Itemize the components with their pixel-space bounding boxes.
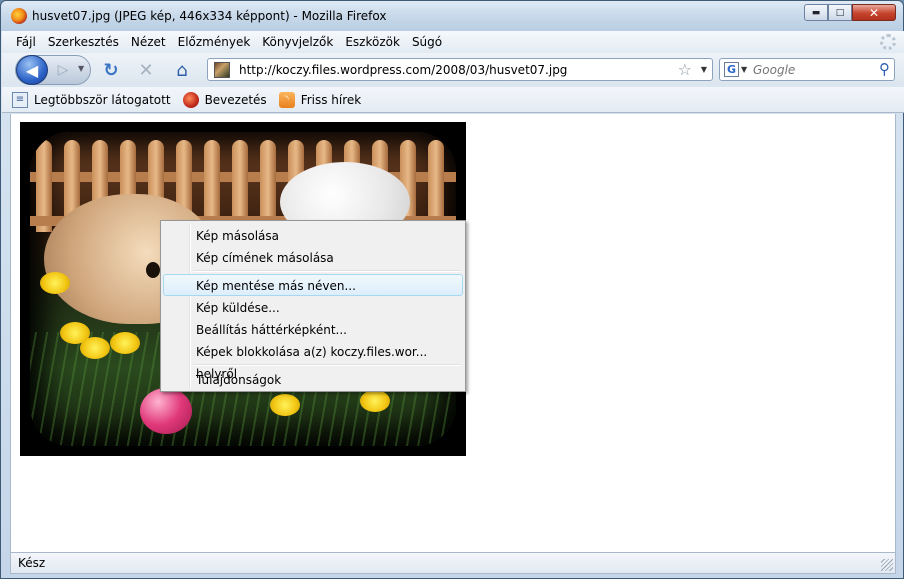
dandelion xyxy=(80,337,110,359)
menu-edit[interactable]: Szerkesztés xyxy=(42,35,125,49)
menu-tools[interactable]: Eszközök xyxy=(339,35,406,49)
dandelion xyxy=(360,390,390,412)
block-images-item[interactable]: Képek blokkolása a(z) koczy.files.wor...… xyxy=(163,340,463,381)
window-controls: ▬ □ ✕ xyxy=(804,4,896,22)
close-button[interactable]: ✕ xyxy=(852,4,896,21)
context-menu: Kép másolása Kép címének másolása Kép me… xyxy=(160,220,466,392)
resize-grip-icon[interactable] xyxy=(881,559,893,571)
set-as-background-item[interactable]: Beállítás háttérképként... xyxy=(163,318,463,340)
minimize-button[interactable]: ▬ xyxy=(804,4,828,21)
navigation-toolbar: ◀ ▷ ▼ ↻ ✕ ⌂ http://koczy.files.wordpress… xyxy=(2,53,904,87)
maximize-button[interactable]: □ xyxy=(828,4,852,21)
menu-help[interactable]: Súgó xyxy=(406,35,448,49)
smart-folder-icon: ≡ xyxy=(12,91,28,108)
address-bar[interactable]: http://koczy.files.wordpress.com/2008/03… xyxy=(207,58,713,81)
back-button[interactable]: ◀ xyxy=(16,55,48,85)
status-text: Kész xyxy=(18,556,46,570)
send-image-item[interactable]: Kép küldése... xyxy=(163,296,463,318)
copy-image-location-item[interactable]: Kép címének másolása xyxy=(163,246,463,268)
bookmark-star-icon[interactable]: ☆ xyxy=(678,60,692,79)
stop-button[interactable]: ✕ xyxy=(135,59,157,81)
menu-bookmarks[interactable]: Könyvjelzők xyxy=(256,35,339,49)
search-bar: G ▼ ⚲ xyxy=(719,58,895,81)
search-input[interactable] xyxy=(753,61,871,78)
throbber-icon xyxy=(880,34,896,50)
properties-item[interactable]: Tulajdonságok xyxy=(163,368,463,390)
window-title: husvet07.jpg (JPEG kép, 446x334 képpont)… xyxy=(32,9,387,23)
copy-image-item[interactable]: Kép másolása xyxy=(163,224,463,246)
bookmark-latest-headlines[interactable]: ◝ Friss hírek xyxy=(278,91,362,108)
menu-file[interactable]: Fájl xyxy=(10,35,42,49)
bookmark-most-visited[interactable]: ≡ Legtöbbször látogatott xyxy=(12,91,171,108)
history-dropdown-icon[interactable]: ▼ xyxy=(78,64,84,73)
dandelion xyxy=(270,394,300,416)
save-image-as-item[interactable]: Kép mentése más néven... xyxy=(163,274,463,296)
reload-button[interactable]: ↻ xyxy=(100,59,122,81)
engine-dropdown-icon[interactable]: ▼ xyxy=(741,65,747,74)
bookmark-label: Legtöbbször látogatott xyxy=(34,92,171,107)
rss-icon: ◝ xyxy=(278,91,295,108)
back-forward-group: ◀ ▷ ▼ xyxy=(15,55,91,85)
address-text[interactable]: http://koczy.files.wordpress.com/2008/03… xyxy=(239,63,567,77)
menu-history[interactable]: Előzmények xyxy=(172,35,257,49)
bookmark-label: Bevezetés xyxy=(204,92,267,107)
home-button[interactable]: ⌂ xyxy=(171,59,193,81)
bookmarks-toolbar: ≡ Legtöbbször látogatott Bevezetés ◝ Fri… xyxy=(2,87,904,113)
forward-button[interactable]: ▷ xyxy=(52,61,74,79)
site-favicon-icon xyxy=(214,62,230,78)
dandelion xyxy=(40,272,70,294)
firefox-bookmark-icon xyxy=(182,91,199,108)
bookmark-getting-started[interactable]: Bevezetés xyxy=(182,91,267,108)
title-bar[interactable]: husvet07.jpg (JPEG kép, 446x334 képpont)… xyxy=(1,1,903,31)
browser-window: husvet07.jpg (JPEG kép, 446x334 képpont)… xyxy=(0,0,904,579)
menu-bar: Fájl Szerkesztés Nézet Előzmények Könyvj… xyxy=(2,31,904,53)
bookmark-label: Friss hírek xyxy=(300,92,362,107)
dandelion xyxy=(110,332,140,354)
firefox-logo-icon xyxy=(11,8,27,24)
bunny-eye xyxy=(146,262,160,278)
easter-egg xyxy=(140,388,192,434)
search-go-icon[interactable]: ⚲ xyxy=(879,60,890,78)
status-bar: Kész xyxy=(10,552,896,574)
google-engine-icon[interactable]: G xyxy=(724,62,739,77)
menu-view[interactable]: Nézet xyxy=(125,35,172,49)
url-history-dropdown-icon[interactable]: ▼ xyxy=(701,65,707,74)
